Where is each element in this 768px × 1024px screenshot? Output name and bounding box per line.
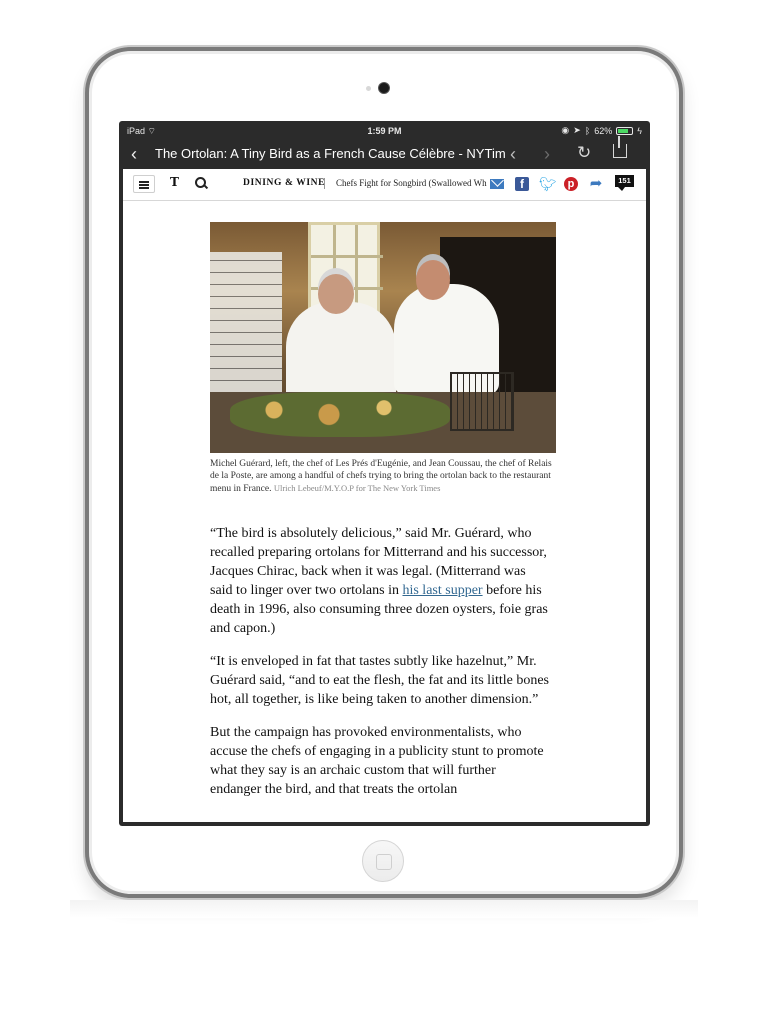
bluetooth-icon: ᛒ: [584, 125, 591, 136]
device-reflection: [70, 900, 698, 918]
location-icon: ➤: [573, 125, 581, 135]
twitter-icon[interactable]: 🐦︎: [539, 177, 557, 191]
pinterest-icon[interactable]: p: [564, 177, 578, 191]
battery-percent: 62%: [594, 125, 613, 136]
screen: iPad ⌔ 1:59 PM ◉ ➤ ᛒ 62% ϟ ‹ The Ortolan…: [119, 121, 650, 826]
status-bar: iPad ⌔ 1:59 PM ◉ ➤ ᛒ 62% ϟ: [119, 121, 650, 141]
email-icon[interactable]: [490, 177, 504, 191]
paragraph-1: “The bird is absolutely delicious,” said…: [210, 524, 550, 638]
paragraph-2: “It is enveloped in fat that tastes subt…: [210, 654, 550, 707]
reload-icon[interactable]: ↻: [577, 143, 591, 163]
front-camera: [379, 83, 389, 93]
next-page-icon[interactable]: ›: [544, 144, 550, 165]
menu-button[interactable]: [133, 175, 155, 193]
nyt-logo-icon[interactable]: T: [170, 175, 179, 189]
home-button[interactable]: [362, 840, 404, 882]
share-icon[interactable]: [613, 136, 627, 158]
facebook-icon[interactable]: f: [515, 177, 529, 191]
share-arrow-icon[interactable]: ➦: [589, 176, 603, 191]
search-icon[interactable]: [195, 177, 206, 188]
his-last-supper-link[interactable]: his last supper: [402, 583, 482, 598]
article-photo: [210, 222, 556, 453]
back-chevron-icon[interactable]: ‹: [131, 144, 137, 165]
previous-page-icon[interactable]: ‹: [510, 144, 516, 165]
article-body: “The bird is absolutely delicious,” said…: [210, 524, 550, 813]
paragraph-3: But the campaign has provoked environmen…: [210, 725, 544, 797]
home-square-icon: [376, 854, 392, 870]
status-right: ◉ ➤ ᛒ 62% ϟ: [561, 125, 642, 136]
battery-icon: [616, 126, 634, 135]
article-toolbar: T DINING & WINE Chefs Fight for Songbird…: [123, 169, 646, 201]
browser-navbar: ‹ The Ortolan: A Tiny Bird as a French C…: [119, 136, 650, 169]
headline-teaser: Chefs Fight for Songbird (Swallowed Wh: [336, 178, 487, 188]
page-title: The Ortolan: A Tiny Bird as a French Cau…: [155, 146, 505, 161]
web-content: T DINING & WINE Chefs Fight for Songbird…: [123, 169, 646, 822]
comments-count-badge[interactable]: 151: [615, 175, 634, 191]
photo-caption: Michel Guérard, left, the chef of Les Pr…: [210, 458, 560, 495]
ambient-sensor: [366, 86, 371, 91]
toolbar-divider: [324, 178, 325, 189]
section-label[interactable]: DINING & WINE: [243, 178, 325, 188]
charging-icon: ϟ: [637, 125, 642, 136]
photo-credit: Ulrich Lebeuf/M.Y.O.P for The New York T…: [273, 483, 441, 493]
lock-rotation-icon: ◉: [561, 125, 570, 135]
